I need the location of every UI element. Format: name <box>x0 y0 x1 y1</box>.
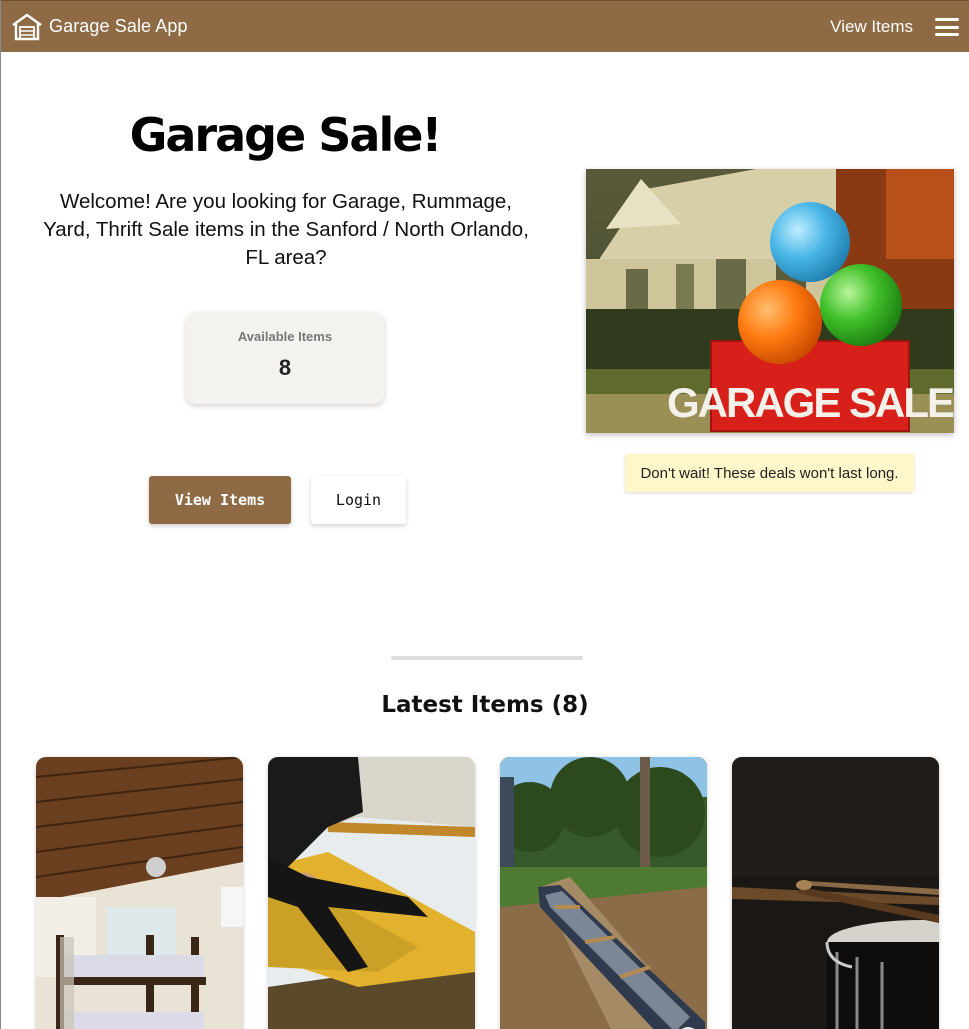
latest-items-title: Latest Items (8) <box>381 692 589 718</box>
kayak-paddle-photo <box>268 757 475 1029</box>
deals-note: Don't wait! These deals won't last long. <box>625 454 914 492</box>
available-items-card: Available Items 8 <box>186 312 384 404</box>
brand-title: Garage Sale App <box>49 16 188 36</box>
item-card[interactable] <box>268 757 475 1029</box>
nav-view-items-link[interactable]: View Items <box>830 17 913 37</box>
canoe-photo <box>500 757 707 1029</box>
hamburger-menu-icon[interactable] <box>935 18 959 36</box>
item-card[interactable] <box>500 757 707 1029</box>
available-items-count: 8 <box>278 355 292 380</box>
bunk-bed-room-photo <box>36 757 243 1029</box>
drumsticks-snare-photo <box>732 757 939 1029</box>
section-divider <box>391 656 583 660</box>
login-button[interactable]: Login <box>311 476 406 524</box>
view-items-button[interactable]: View Items <box>149 476 291 524</box>
hero-subtitle: Welcome! Are you looking for Garage, Rum… <box>43 190 529 269</box>
top-navbar: Garage Sale App View Items <box>1 0 969 52</box>
available-items-label: Available Items <box>237 329 333 344</box>
item-card[interactable] <box>36 757 243 1029</box>
garage-sale-hero-image: GARAGE SALE <box>586 169 954 433</box>
hero-title: Garage Sale! <box>129 108 443 162</box>
garage-icon <box>11 13 43 41</box>
garage-sale-sign-text: GARAGE SALE <box>667 379 954 426</box>
brand-link[interactable]: Garage Sale App <box>11 13 188 41</box>
item-card[interactable] <box>732 757 939 1029</box>
